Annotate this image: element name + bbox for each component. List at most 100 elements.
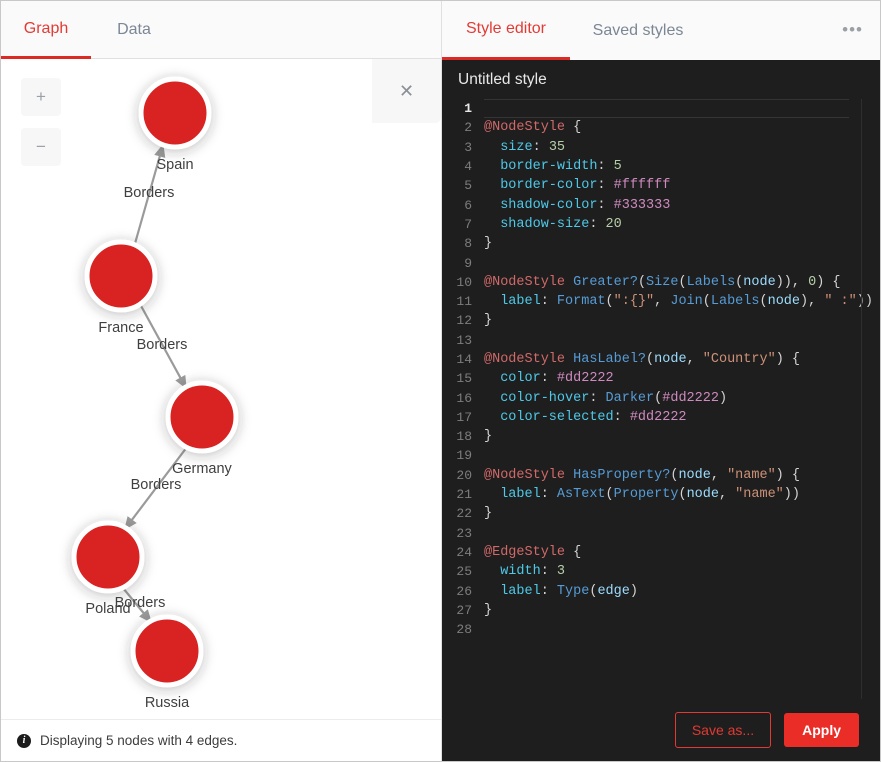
line-number: 16 [456,390,472,406]
edge-label-germany-poland: Borders [131,477,182,493]
tab-graph-label: Graph [23,19,69,37]
line-number: 22 [456,506,472,522]
code-line[interactable]: 26 label: Type(edge) [442,581,880,600]
code-line[interactable]: 1 [442,99,880,119]
line-source: border-width: 5 [500,159,622,175]
node-label-poland: Poland [85,601,130,617]
info-icon: i [17,733,31,748]
line-source: } [484,313,493,329]
apply-button[interactable]: Apply [784,713,859,747]
zoom-out-button[interactable]: − [21,128,61,166]
node-label-germany: Germany [172,461,232,477]
line-source: size: 35 [500,139,566,155]
node-france[interactable] [84,239,158,313]
line-number: 21 [456,487,472,503]
code-line[interactable]: 24 @EdgeStyle { [442,543,880,562]
line-number: 7 [464,216,472,232]
overflow-menu-icon[interactable]: ••• [842,21,863,38]
code-line[interactable]: 6 shadow-color: #333333 [442,195,880,214]
code-line[interactable]: 3 size: 35 [442,138,880,157]
line-number: 25 [456,564,472,580]
code-line[interactable]: 16 color-hover: Darker(#dd2222) [442,388,880,407]
line-number: 27 [456,602,472,618]
line-source: label: AsText(Property(node, "name")) [500,487,800,503]
line-source [484,99,849,119]
line-number: 2 [464,120,472,136]
status-bar: i Displaying 5 nodes with 4 edges. [1,719,441,761]
line-source: shadow-size: 20 [500,216,622,232]
line-number: 20 [456,467,472,483]
node-russia[interactable] [130,614,204,688]
save-as-button[interactable]: Save as... [674,712,772,748]
line-number: 10 [456,274,472,290]
line-source: border-color: #ffffff [500,178,671,194]
code-line[interactable]: 9 [442,253,880,272]
code-line[interactable]: 17 color-selected: #dd2222 [442,408,880,427]
code-line[interactable]: 27} [442,601,880,620]
code-line[interactable]: 4 border-width: 5 [442,157,880,176]
plus-icon: + [36,87,46,106]
code-line[interactable]: 19 [442,446,880,465]
line-source: width: 3 [500,564,566,580]
line-source: @NodeStyle HasProperty?(node, "name") { [484,467,800,483]
tab-saved-styles-label: Saved styles [592,21,684,39]
code-line[interactable]: 14 @NodeStyle HasLabel?(node, "Country") … [442,350,880,369]
line-number: 5 [464,178,472,194]
code-line[interactable]: 10 @NodeStyle Greater?(Size(Labels(node))… [442,273,880,292]
tab-style-editor[interactable]: Style editor [442,1,570,60]
line-number: 1 [464,101,472,117]
style-editor-panel: Style editor Saved styles ••• Untitled s… [441,1,880,761]
code-line[interactable]: 18} [442,427,880,446]
code-editor[interactable]: 1 2 @NodeStyle {3 size: 35 4 border-width: … [442,99,880,701]
code-line[interactable]: 21 label: AsText(Property(node, "name")) [442,485,880,504]
edge-label-france-germany: Borders [137,337,188,353]
code-line[interactable]: 8} [442,234,880,253]
tab-style-editor-label: Style editor [465,20,547,37]
code-line[interactable]: 12} [442,311,880,330]
line-source: } [484,429,493,445]
code-line[interactable]: 15 color: #dd2222 [442,369,880,388]
line-number: 3 [464,139,472,155]
line-source: color-selected: #dd2222 [500,409,687,425]
code-ruler-line [861,99,862,701]
code-line[interactable]: 11 label: Format(":{}", Join(Labels(node… [442,292,880,311]
graph-canvas[interactable]: Borders Borders Borders Borders Spain Fr… [1,59,441,719]
line-number: 24 [456,544,472,560]
line-number: 6 [464,197,472,213]
code-line[interactable]: 23 [442,524,880,543]
zoom-controls: + − [21,78,61,178]
line-source: @NodeStyle { [484,120,582,136]
node-germany[interactable] [165,380,239,454]
close-panel-button[interactable]: ✕ [372,59,441,123]
zoom-in-button[interactable]: + [21,78,61,116]
line-source: @EdgeStyle { [484,544,582,560]
line-number: 12 [456,313,472,329]
line-number: 9 [464,255,472,271]
line-source: color: #dd2222 [500,371,614,387]
code-line[interactable]: 20 @NodeStyle HasProperty?(node, "name") … [442,466,880,485]
code-line[interactable]: 2 @NodeStyle { [442,118,880,137]
line-source: } [484,602,493,618]
line-source: label: Type(edge) [500,583,638,599]
code-line[interactable]: 13 [442,331,880,350]
node-poland[interactable] [71,520,145,594]
code-line[interactable]: 22} [442,504,880,523]
code-line[interactable]: 28 [442,620,880,639]
code-lines[interactable]: 1 2 @NodeStyle {3 size: 35 4 border-width: … [442,99,880,639]
node-label-russia: Russia [145,695,190,711]
code-line[interactable]: 5 border-color: #ffffff [442,176,880,195]
node-label-france: France [98,320,143,336]
tab-graph[interactable]: Graph [1,1,91,59]
tab-data[interactable]: Data [91,1,177,59]
line-source: color-hover: Darker(#dd2222) [500,390,728,406]
line-number: 18 [456,429,472,445]
line-number: 11 [456,294,472,310]
code-line[interactable]: 7 shadow-size: 20 [442,215,880,234]
node-spain[interactable] [138,76,212,150]
line-number: 19 [456,448,472,464]
line-source: } [484,506,493,522]
code-line[interactable]: 25 width: 3 [442,562,880,581]
tab-saved-styles[interactable]: Saved styles [570,1,706,60]
line-source: @NodeStyle HasLabel?(node, "Country") { [484,352,800,367]
editor-footer: Save as... Apply [442,699,880,761]
